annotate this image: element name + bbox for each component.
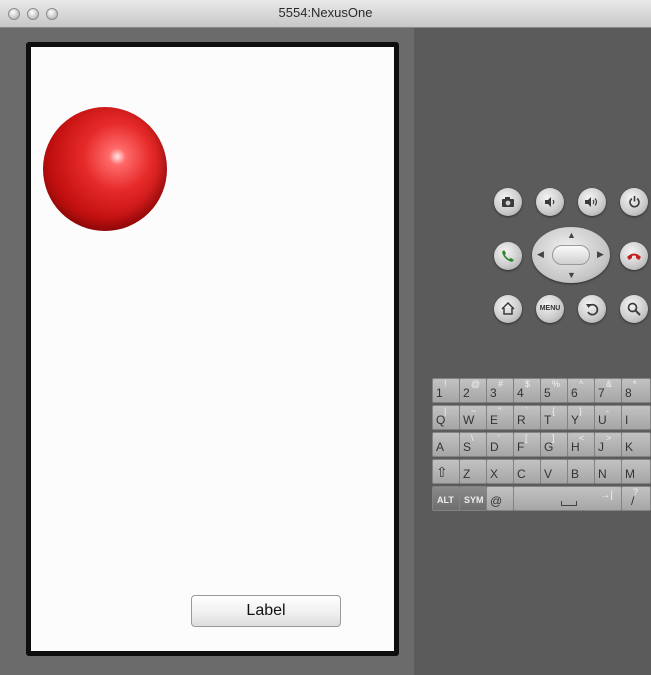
key-b[interactable]: B bbox=[567, 459, 595, 484]
key-m[interactable]: M bbox=[621, 459, 651, 484]
shift-key[interactable]: ⇧ bbox=[432, 459, 460, 484]
key-r[interactable]: R ` bbox=[513, 405, 541, 430]
power-button[interactable] bbox=[620, 188, 648, 216]
key-4[interactable]: 4 $ bbox=[513, 378, 541, 403]
key-8[interactable]: 8 * bbox=[621, 378, 651, 403]
key-1[interactable]: 1! bbox=[432, 378, 460, 403]
space-key[interactable]: →| bbox=[513, 486, 622, 511]
key-y[interactable]: Y} bbox=[567, 405, 595, 430]
key-6[interactable]: 6 ^ bbox=[567, 378, 595, 403]
key-i[interactable]: I bbox=[621, 405, 651, 430]
key-3[interactable]: 3 # bbox=[486, 378, 514, 403]
key-v[interactable]: V bbox=[540, 459, 568, 484]
dpad[interactable]: ▲ ▼ ◀ ▶ bbox=[532, 227, 610, 283]
key-s[interactable]: S \ bbox=[459, 432, 487, 457]
volume-up-icon bbox=[585, 197, 598, 207]
call-icon bbox=[502, 250, 514, 262]
home-icon bbox=[501, 301, 515, 315]
volume-down-icon bbox=[545, 197, 555, 207]
key-d[interactable]: D ' bbox=[486, 432, 514, 457]
back-button[interactable] bbox=[578, 295, 606, 323]
call-button[interactable] bbox=[494, 242, 522, 270]
window-titlebar: 5554:NexusOne bbox=[0, 0, 651, 28]
key-u[interactable]: U- bbox=[594, 405, 622, 430]
volume-up-button[interactable] bbox=[578, 188, 606, 216]
end-call-icon bbox=[627, 253, 641, 260]
dpad-center-button[interactable] bbox=[552, 245, 590, 265]
space-bar-icon bbox=[561, 501, 577, 506]
key-g[interactable]: G] bbox=[540, 432, 568, 457]
emulator-controls-panel bbox=[414, 28, 651, 675]
key-2[interactable]: 2 @ bbox=[459, 378, 487, 403]
key-j[interactable]: J > bbox=[594, 432, 622, 457]
key-5[interactable]: 5% bbox=[540, 378, 568, 403]
search-icon bbox=[627, 302, 641, 316]
volume-down-button[interactable] bbox=[536, 188, 564, 216]
camera-button[interactable] bbox=[494, 188, 522, 216]
dpad-right-arrow[interactable]: ▶ bbox=[597, 249, 604, 260]
shift-icon: ⇧ bbox=[436, 464, 448, 480]
back-icon bbox=[586, 303, 599, 316]
dpad-up-arrow[interactable]: ▲ bbox=[567, 230, 576, 240]
phone-screen[interactable]: Label bbox=[31, 47, 394, 651]
power-icon bbox=[628, 196, 640, 208]
key-a[interactable]: A bbox=[432, 432, 460, 457]
key-q[interactable]: Q | bbox=[432, 405, 460, 430]
key-k[interactable]: K bbox=[621, 432, 651, 457]
at-key[interactable]: @ bbox=[486, 486, 514, 511]
key-e[interactable]: E " bbox=[486, 405, 514, 430]
label-button[interactable]: Label bbox=[191, 595, 341, 627]
search-button[interactable] bbox=[620, 295, 648, 323]
dpad-left-arrow[interactable]: ◀ bbox=[537, 249, 544, 260]
menu-button[interactable]: MENU bbox=[536, 295, 564, 323]
key-x[interactable]: X bbox=[486, 459, 514, 484]
alt-key[interactable]: ALT bbox=[432, 486, 460, 511]
key-z[interactable]: Z bbox=[459, 459, 487, 484]
camera-icon bbox=[502, 197, 514, 207]
tab-arrow-icon: →| bbox=[600, 490, 613, 501]
dpad-down-arrow[interactable]: ▼ bbox=[567, 270, 576, 280]
key-t[interactable]: T{ bbox=[540, 405, 568, 430]
red-ball[interactable] bbox=[43, 107, 167, 231]
key-h[interactable]: H < bbox=[567, 432, 595, 457]
slash-key[interactable]: /? bbox=[621, 486, 651, 511]
window-title: 5554:NexusOne bbox=[278, 5, 373, 20]
key-c[interactable]: C bbox=[513, 459, 541, 484]
key-w[interactable]: W ~ bbox=[459, 405, 487, 430]
key-f[interactable]: F[ bbox=[513, 432, 541, 457]
key-7[interactable]: 7 & bbox=[594, 378, 622, 403]
key-n[interactable]: N bbox=[594, 459, 622, 484]
home-button[interactable] bbox=[494, 295, 522, 323]
sym-key[interactable]: SYM bbox=[459, 486, 487, 511]
end-call-button[interactable] bbox=[620, 242, 648, 270]
